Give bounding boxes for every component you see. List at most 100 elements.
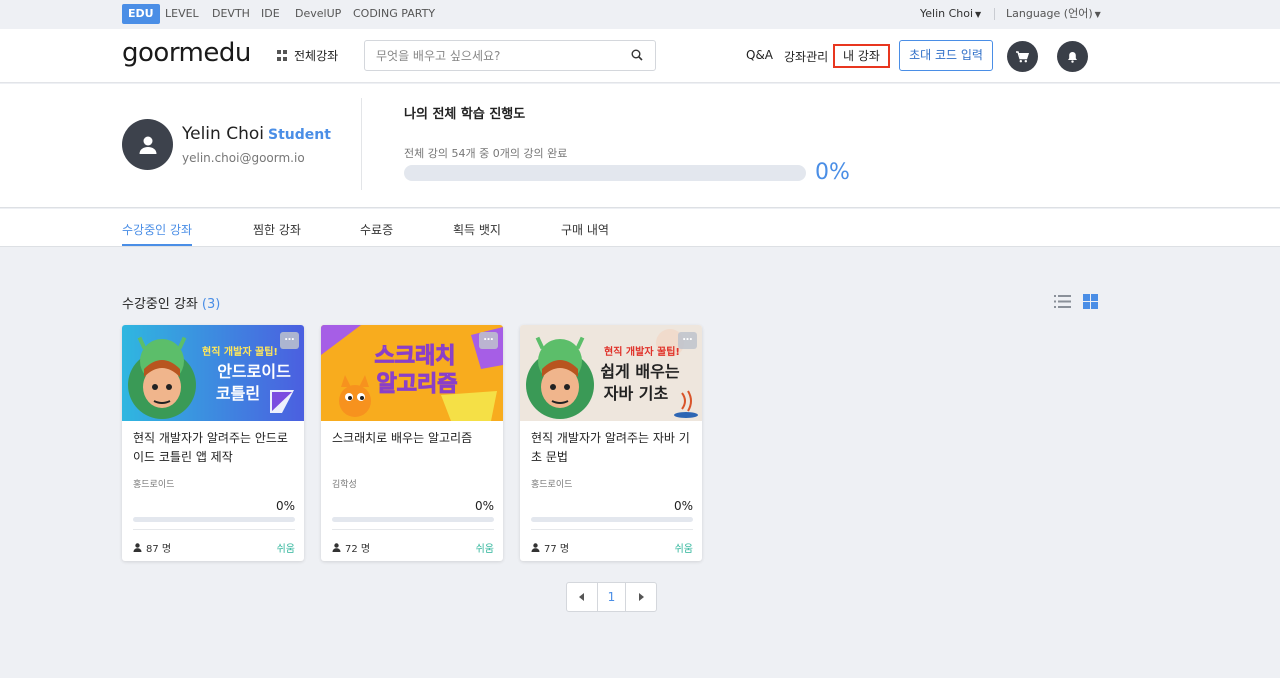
next-page-button[interactable]	[626, 583, 656, 611]
bell-icon	[1068, 51, 1077, 63]
more-options-icon[interactable]: …	[479, 332, 498, 349]
service-devth[interactable]: DEVTH	[212, 4, 250, 24]
active-tab-indicator	[122, 244, 192, 246]
course-tabs: 수강중인 강좌 찜한 강좌 수료증 획득 뱃지 구매 내역	[0, 209, 1280, 247]
more-options-icon[interactable]: …	[280, 332, 299, 349]
page-number[interactable]: 1	[597, 583, 626, 611]
service-edu[interactable]: EDU	[122, 4, 160, 24]
main-header: goormedu 전체강좌 Q&A 강좌관리 내 강좌 초대 코드 입력	[0, 29, 1280, 83]
course-card[interactable]: 스크래치 알고리즘 … 스크래치로 배우는 알고리즘 김학성 0% 72 명 쉬…	[321, 325, 503, 561]
language-menu[interactable]: Language (언어) ▼	[1006, 4, 1101, 24]
course-author: 김학성	[332, 480, 357, 490]
course-progress-bar	[332, 517, 494, 522]
students-count: 87 명	[146, 544, 172, 555]
progress-title: 나의 전체 학습 진행도	[404, 107, 526, 122]
tab-wishlist[interactable]: 찜한 강좌	[253, 221, 301, 238]
students-count: 72 명	[345, 544, 371, 555]
course-title[interactable]: 스크래치로 배우는 알고리즘	[332, 429, 494, 448]
more-options-icon[interactable]: …	[678, 332, 697, 349]
service-level[interactable]: LEVEL	[165, 4, 199, 24]
all-courses-label: 전체강좌	[294, 49, 339, 63]
invite-code-button[interactable]: 초대 코드 입력	[899, 40, 993, 71]
students-count: 77 명	[544, 544, 570, 555]
divider	[531, 529, 693, 530]
chevron-down-icon: ▼	[975, 10, 982, 19]
tab-purchases[interactable]: 구매 내역	[561, 221, 609, 238]
user-menu-label: Yelin Choi	[920, 7, 974, 20]
course-level: 쉬움	[276, 544, 295, 555]
course-thumbnail: 현직 개발자 꿀팁! 쉽게 배우는 자바 기초 …	[520, 325, 702, 421]
course-author: 홍드로이드	[531, 480, 573, 490]
thumbnail-text: 스크래치	[375, 344, 456, 369]
tab-certificates[interactable]: 수료증	[360, 221, 393, 238]
service-coding-party[interactable]: CODING PARTY	[353, 4, 435, 24]
overall-progress-percent: 0%	[815, 160, 850, 185]
thumbnail-text: 쉽게 배우는	[600, 362, 679, 381]
course-title[interactable]: 현직 개발자가 알려주는 자바 기초 문법	[531, 429, 693, 467]
course-progress-bar	[531, 517, 693, 522]
section-title: 수강중인 강좌 (3)	[122, 293, 220, 312]
thumbnail-text: 현직 개발자 꿀팁!	[202, 345, 278, 358]
profile-email: yelin.choi@goorm.io	[182, 151, 305, 165]
search-icon[interactable]	[631, 49, 643, 61]
service-ide[interactable]: IDE	[261, 4, 280, 24]
course-progress-percent: 0%	[275, 499, 295, 513]
thumbnail-text: 코틀린	[216, 384, 260, 403]
top-service-bar: EDU LEVEL DEVTH IDE DevelUP CODING PARTY…	[0, 0, 1280, 29]
chevron-right-icon	[639, 593, 644, 601]
divider	[332, 529, 494, 530]
prev-page-button[interactable]	[567, 583, 597, 611]
course-thumbnail: 현직 개발자 꿀팁! 안드로이드 코틀린 …	[122, 325, 304, 421]
list-view-icon[interactable]	[1054, 295, 1071, 308]
notification-button[interactable]	[1057, 41, 1088, 72]
my-courses-link[interactable]: 내 강좌	[833, 44, 890, 68]
course-progress-bar	[133, 517, 295, 522]
grid-view-icon[interactable]	[1083, 294, 1098, 309]
search-input[interactable]	[376, 48, 616, 64]
chevron-left-icon	[579, 593, 584, 601]
profile-role-badge: Student	[268, 127, 331, 143]
course-count: (3)	[201, 297, 221, 312]
thumbnail-text: 자바 기초	[604, 384, 669, 403]
course-progress-percent: 0%	[673, 499, 693, 513]
course-title[interactable]: 현직 개발자가 알려주는 안드로이드 코틀린 앱 제작	[133, 429, 295, 467]
thumbnail-text: 안드로이드	[217, 362, 291, 381]
cart-icon	[1016, 50, 1029, 62]
cart-button[interactable]	[1007, 41, 1038, 72]
course-students: 87 명	[133, 540, 171, 555]
profile-name: Yelin Choi	[182, 124, 264, 144]
divider	[994, 8, 995, 20]
divider	[133, 529, 295, 530]
person-icon	[531, 543, 540, 552]
course-author: 홍드로이드	[133, 480, 175, 490]
service-develup[interactable]: DevelUP	[295, 4, 341, 24]
course-level: 쉬움	[475, 544, 494, 555]
section-title-label: 수강중인 강좌	[122, 297, 198, 312]
progress-description: 전체 강의 54개 중 0개의 강의 완료	[404, 147, 568, 160]
person-icon	[332, 543, 341, 552]
qa-link[interactable]: Q&A	[746, 48, 773, 62]
pagination: 1	[566, 582, 657, 612]
language-menu-label: Language (언어)	[1006, 7, 1093, 20]
course-card[interactable]: 현직 개발자 꿀팁! 쉽게 배우는 자바 기초 … 현직 개발자가 알려주는 자…	[520, 325, 702, 561]
chevron-down-icon: ▼	[1094, 10, 1101, 19]
course-thumbnail: 스크래치 알고리즘 …	[321, 325, 503, 421]
person-icon	[133, 543, 142, 552]
profile-panel: Yelin Choi Student yelin.choi@goorm.io 나…	[0, 84, 1280, 208]
course-card[interactable]: 현직 개발자 꿀팁! 안드로이드 코틀린 … 현직 개발자가 알려주는 안드로이…	[122, 325, 304, 561]
course-manage-link[interactable]: 강좌관리	[784, 48, 828, 65]
course-level: 쉬움	[674, 544, 693, 555]
thumbnail-text: 알고리즘	[377, 372, 458, 397]
tab-enrolled[interactable]: 수강중인 강좌	[122, 221, 192, 238]
course-students: 77 명	[531, 540, 569, 555]
all-courses-button[interactable]: 전체강좌	[277, 47, 338, 64]
grid-icon	[277, 50, 288, 61]
user-menu[interactable]: Yelin Choi ▼	[920, 4, 981, 24]
divider	[361, 98, 362, 190]
course-progress-percent: 0%	[474, 499, 494, 513]
user-icon	[139, 136, 156, 154]
thumbnail-text: 현직 개발자 꿀팁!	[604, 345, 680, 358]
goormedu-logo[interactable]: goormedu	[122, 38, 251, 68]
overall-progress-bar	[404, 165, 806, 181]
tab-badges[interactable]: 획득 뱃지	[453, 221, 501, 238]
